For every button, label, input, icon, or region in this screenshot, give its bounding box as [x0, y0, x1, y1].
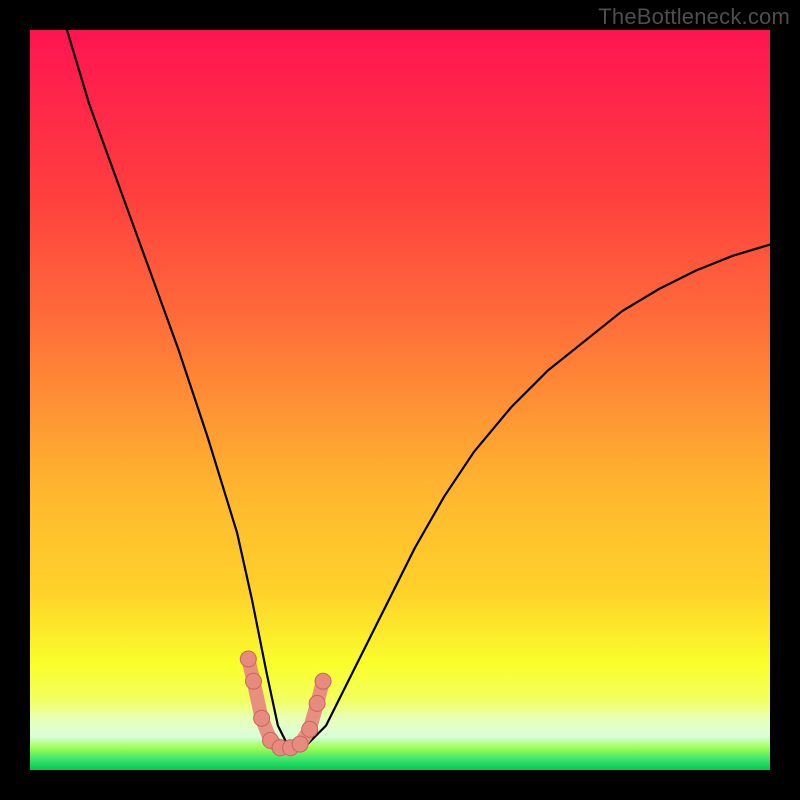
highlight-point — [245, 673, 261, 689]
bottleneck-chart — [30, 30, 770, 770]
highlight-point — [240, 651, 256, 667]
highlight-point — [315, 673, 331, 689]
gradient-background — [30, 30, 770, 770]
chart-container: TheBottleneck.com — [0, 0, 800, 800]
highlight-point — [309, 695, 325, 711]
highlight-point — [302, 721, 318, 737]
watermark-text: TheBottleneck.com — [598, 4, 790, 30]
highlight-point — [254, 710, 270, 726]
plot-area — [30, 30, 770, 770]
highlight-point — [292, 736, 308, 752]
